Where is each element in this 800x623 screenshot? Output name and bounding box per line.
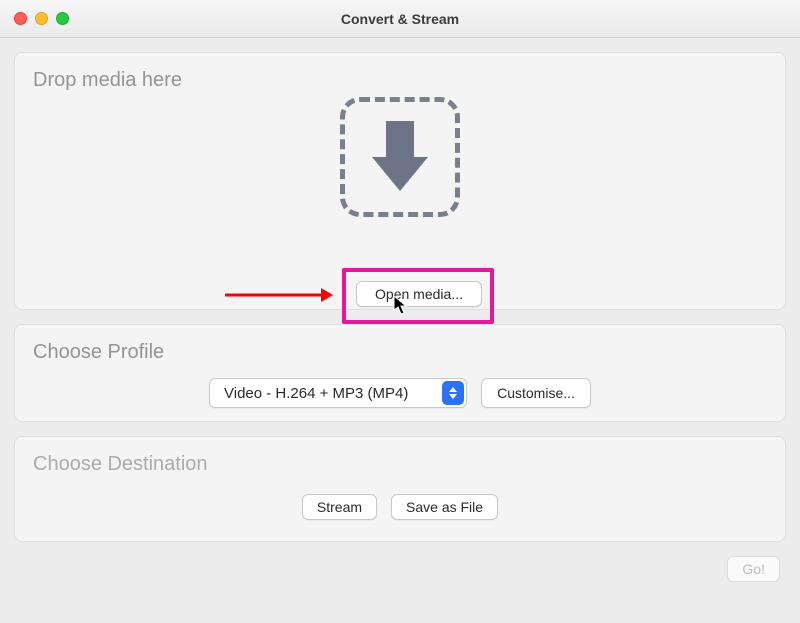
destination-title: Choose Destination <box>15 437 785 476</box>
arrow-down-icon <box>372 121 428 193</box>
titlebar: Convert & Stream <box>0 0 800 38</box>
maximize-window-button[interactable] <box>56 12 69 25</box>
traffic-lights <box>14 12 69 25</box>
dropzone-box <box>340 97 460 217</box>
drop-media-title: Drop media here <box>15 53 785 92</box>
go-button: Go! <box>727 556 780 582</box>
open-media-button[interactable]: Open media... <box>356 281 482 307</box>
close-window-button[interactable] <box>14 12 27 25</box>
profile-select-value: Video - H.264 + MP3 (MP4) <box>224 385 408 402</box>
select-stepper-icon <box>442 381 464 405</box>
window-title: Convert & Stream <box>0 11 800 27</box>
dropzone[interactable] <box>340 97 460 217</box>
profile-panel: Choose Profile Video - H.264 + MP3 (MP4)… <box>14 324 786 422</box>
destination-panel: Choose Destination Stream Save as File <box>14 436 786 542</box>
customise-button[interactable]: Customise... <box>481 378 591 408</box>
save-as-file-button[interactable]: Save as File <box>391 494 498 520</box>
profile-select[interactable]: Video - H.264 + MP3 (MP4) <box>209 378 467 408</box>
annotation-arrow-icon <box>225 286 333 304</box>
drop-media-panel[interactable]: Drop media here Open media... <box>14 52 786 310</box>
minimize-window-button[interactable] <box>35 12 48 25</box>
stream-button[interactable]: Stream <box>302 494 377 520</box>
profile-title: Choose Profile <box>15 325 785 364</box>
